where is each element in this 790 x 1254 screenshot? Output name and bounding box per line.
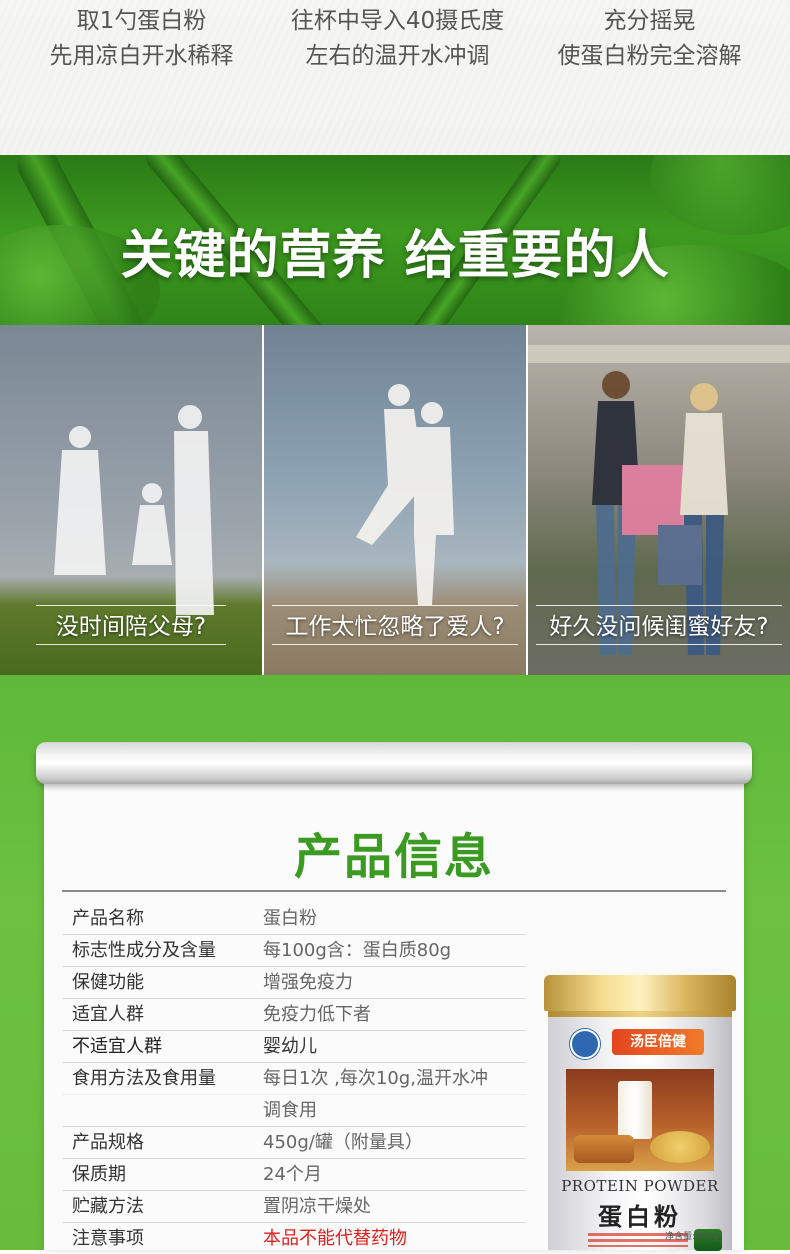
row-label: 食用方法及食用量 — [72, 1068, 216, 1089]
photo-family-caption: 没时间陪父母? — [55, 614, 207, 640]
nutrition-banner: 关键的营养 给重要的人 — [0, 155, 790, 325]
title-divider — [62, 890, 726, 892]
row-value: 置阴凉干燥处 — [263, 1196, 371, 1217]
row-value: 婴幼儿 — [263, 1036, 317, 1057]
can-chinese-name: 蛋白粉 — [598, 1202, 682, 1231]
table-row: 不适宜人群 婴幼儿 — [62, 1031, 526, 1063]
row-label: 适宜人群 — [72, 1004, 144, 1025]
row-value: 增强免疫力 — [263, 972, 353, 993]
table-row: 注意事项 本品不能代替药物 — [62, 1223, 526, 1254]
milk-glass-icon — [618, 1081, 652, 1139]
certification-logo-icon — [570, 1029, 600, 1059]
step-3-line-1: 充分摇晃 — [603, 8, 696, 34]
warning-value: 本品不能代替药物 — [263, 1228, 407, 1249]
photo-family: 没时间陪父母? — [0, 325, 262, 675]
row-label: 注意事项 — [72, 1228, 144, 1249]
lifestyle-photos: 没时间陪父母? 工作太忙忽略了爱人? 好久没问候闺蜜好友? — [0, 325, 790, 675]
row-value: 蛋白粉 — [263, 908, 317, 929]
table-row: 贮藏方法 置阴凉干燥处 — [62, 1191, 526, 1223]
step-3-line-2: 使蛋白粉完全溶解 — [557, 43, 742, 69]
banner-title: 关键的营养 给重要的人 — [120, 226, 670, 286]
table-row: 调食用 — [62, 1095, 526, 1127]
step-2-line-2: 左右的温开水冲调 — [305, 43, 490, 69]
table-row: 保健功能 增强免疫力 — [62, 967, 526, 999]
product-info-title: 产品信息 — [293, 829, 494, 885]
row-value: 每日1次 ,每次10g,温开水冲 — [263, 1068, 488, 1089]
bread-icon — [574, 1135, 634, 1163]
step-3: 充分摇晃 使蛋白粉完全溶解 — [518, 4, 781, 74]
row-label: 贮藏方法 — [72, 1196, 144, 1217]
row-label: 标志性成分及含量 — [72, 940, 216, 961]
table-row: 标志性成分及含量 每100g含：蛋白质80g — [62, 935, 526, 967]
photo-friends-caption: 好久没问候闺蜜好友? — [549, 614, 769, 640]
step-2-line-1: 往杯中导入40摄氏度 — [290, 8, 505, 34]
step-1-line-2: 先用凉白开水稀释 — [49, 43, 234, 69]
table-row: 适宜人群 免疫力低下者 — [62, 999, 526, 1031]
product-info-table: 产品名称 蛋白粉 标志性成分及含量 每100g含：蛋白质80g 保健功能 增强免… — [62, 903, 526, 1254]
can-body: 汤臣倍健 PROTEIN POWDER 蛋白粉 净含量:450g — [548, 1007, 732, 1251]
row-label: 不适宜人群 — [72, 1036, 162, 1057]
table-row: 保质期 24个月 — [62, 1159, 526, 1191]
can-english-name: PROTEIN POWDER — [561, 1177, 719, 1195]
row-label: 产品名称 — [72, 908, 144, 929]
step-1-line-1: 取1勺蛋白粉 — [76, 8, 207, 34]
brand-logo: 汤臣倍健 — [612, 1029, 704, 1055]
table-row: 食用方法及食用量 每日1次 ,每次10g,温开水冲 — [62, 1063, 526, 1095]
can-product-photo — [566, 1069, 714, 1171]
preparation-steps: 取1勺蛋白粉 先用凉白开水稀释 往杯中导入40摄氏度 左右的温开水冲调 充分摇晃… — [0, 0, 790, 155]
row-value: 每100g含：蛋白质80g — [263, 940, 452, 961]
photo-friends: 好久没问候闺蜜好友? — [528, 325, 790, 675]
photo-couple: 工作太忙忽略了爱人? — [264, 325, 526, 675]
row-label: 保健功能 — [72, 972, 144, 993]
table-row: 产品名称 蛋白粉 — [62, 903, 526, 935]
product-can-image: 汤臣倍健 PROTEIN POWDER 蛋白粉 净含量:450g — [544, 975, 736, 1251]
can-net-weight: 净含量:450g — [665, 1232, 718, 1242]
step-1: 取1勺蛋白粉 先用凉白开水稀释 — [10, 4, 273, 74]
can-lid — [544, 975, 736, 1011]
row-value: 450g/罐（附量具） — [263, 1132, 423, 1153]
soybeans-icon — [650, 1131, 710, 1163]
scroll-roll-decoration — [36, 742, 752, 784]
row-label: 保质期 — [72, 1164, 126, 1185]
row-value: 调食用 — [263, 1100, 317, 1121]
table-row: 产品规格 450g/罐（附量具） — [62, 1127, 526, 1159]
row-value: 24个月 — [263, 1164, 322, 1185]
row-label: 产品规格 — [72, 1132, 144, 1153]
row-value: 免疫力低下者 — [263, 1004, 371, 1025]
product-info-paper: 产品信息 产品名称 蛋白粉 标志性成分及含量 每100g含：蛋白质80g 保健功… — [44, 775, 744, 1251]
product-info-section: 产品信息 产品名称 蛋白粉 标志性成分及含量 每100g含：蛋白质80g 保健功… — [0, 675, 790, 1251]
step-2: 往杯中导入40摄氏度 左右的温开水冲调 — [266, 4, 529, 74]
photo-couple-caption: 工作太忙忽略了爱人? — [285, 614, 505, 640]
